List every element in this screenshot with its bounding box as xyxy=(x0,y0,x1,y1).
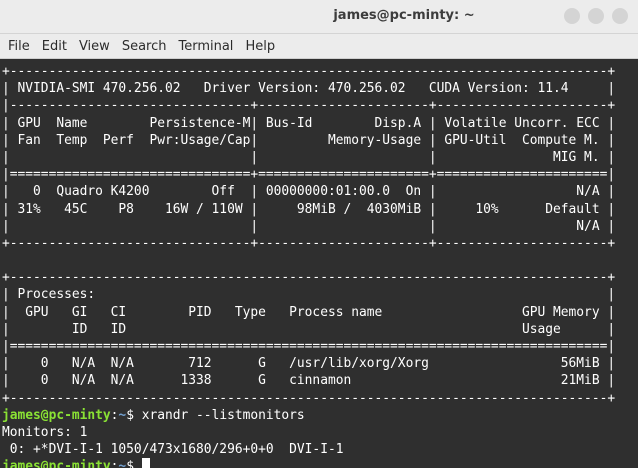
prompt-user: james@pc-minty xyxy=(2,459,111,468)
output-line: Monitors: 1 xyxy=(2,424,88,440)
terminal-line: | Processes: | xyxy=(2,287,616,303)
terminal-line: | ID ID Usage | xyxy=(2,321,616,337)
prompt-symbol: $ xyxy=(126,407,142,423)
nvidia-smi-output: +---------------------------------------… xyxy=(2,63,638,407)
terminal-line: |-------------------------------+-------… xyxy=(2,98,616,114)
menu-help[interactable]: Help xyxy=(239,39,281,54)
terminal-line: | 0 N/A N/A 1338 G cinnamon 21MiB | xyxy=(2,373,616,389)
menu-file[interactable]: File xyxy=(2,39,36,54)
terminal-line: | 31% 45C P8 16W / 110W | 98MiB / 4030Mi… xyxy=(2,201,616,217)
title-bar[interactable]: james@pc-minty: ~ xyxy=(0,0,638,34)
terminal-line: | 0 N/A N/A 712 G /usr/lib/xorg/Xorg 56M… xyxy=(2,356,616,372)
maximize-button[interactable] xyxy=(588,8,604,24)
terminal-line: | | | N/A | xyxy=(2,218,616,234)
command-output: Monitors: 1 0: +*DVI-I-1 1050/473x1680/2… xyxy=(2,424,638,458)
menu-bar: File Edit View Search Terminal Help xyxy=(0,34,638,59)
terminal-line: | 0 Quadro K4200 Off | 00000000:01:00.0 … xyxy=(2,184,616,200)
text-cursor xyxy=(141,458,150,468)
terminal-line: | NVIDIA-SMI 470.256.02 Driver Version: … xyxy=(2,81,616,97)
menu-search[interactable]: Search xyxy=(116,39,173,54)
prompt-user: james@pc-minty xyxy=(2,407,111,423)
terminal-window: james@pc-minty: ~ File Edit View Search Term… xyxy=(0,0,638,468)
terminal-line: |===============================+=======… xyxy=(2,167,616,183)
terminal-output[interactable]: +---------------------------------------… xyxy=(0,60,638,468)
terminal-line: +---------------------------------------… xyxy=(2,390,616,406)
minimize-button[interactable] xyxy=(564,8,580,24)
terminal-line: | GPU Name Persistence-M| Bus-Id Disp.A … xyxy=(2,115,616,131)
menu-view[interactable]: View xyxy=(73,39,116,54)
command-line: james@pc-minty:~$ xrandr --listmonitors xyxy=(2,407,638,424)
terminal-line: +---------------------------------------… xyxy=(2,64,616,79)
output-line: 0: +*DVI-I-1 1050/473x1680/296+0+0 DVI-I… xyxy=(2,442,344,458)
prompt-symbol: $ xyxy=(126,459,142,468)
command-text: xrandr --listmonitors xyxy=(141,407,305,423)
menu-terminal[interactable]: Terminal xyxy=(172,39,239,54)
window-controls xyxy=(564,8,628,24)
close-button[interactable] xyxy=(612,8,628,24)
terminal-line: +-------------------------------+-------… xyxy=(2,235,616,251)
window-title: james@pc-minty: ~ xyxy=(333,8,475,23)
terminal-line: | | | MIG M. | xyxy=(2,149,616,165)
terminal-line: +---------------------------------------… xyxy=(2,270,616,286)
active-prompt-line[interactable]: james@pc-minty:~$ xyxy=(2,458,638,468)
menu-edit[interactable]: Edit xyxy=(36,39,73,54)
terminal-line: |=======================================… xyxy=(2,339,616,354)
terminal-line: | Fan Temp Perf Pwr:Usage/Cap| Memory-Us… xyxy=(2,132,616,148)
terminal-line: | GPU GI CI PID Type Process name GPU Me… xyxy=(2,304,616,320)
